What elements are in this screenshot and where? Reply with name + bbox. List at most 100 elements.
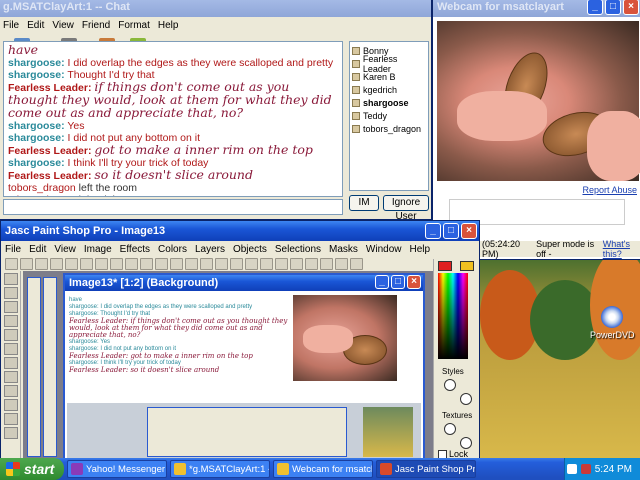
psp-toolbar-icon[interactable] xyxy=(80,258,93,270)
psp-tool-icon[interactable] xyxy=(4,427,18,439)
psp-toolbar-icon[interactable] xyxy=(110,258,123,270)
psp-toolbar-icon[interactable] xyxy=(335,258,348,270)
user-list-item[interactable]: Fearless Leader xyxy=(352,54,426,74)
psp-menu-help[interactable]: Help xyxy=(410,244,431,255)
chat-menu-friend[interactable]: Friend xyxy=(82,20,110,31)
psp-tool-icon[interactable] xyxy=(4,399,18,411)
chat-menubar: File Edit View Friend Format Help xyxy=(0,17,431,33)
psp-menu-effects[interactable]: Effects xyxy=(120,244,150,255)
close-button[interactable]: × xyxy=(623,0,639,15)
webcam-titlebar[interactable]: Webcam for msatclayart _ □ × xyxy=(433,0,640,17)
user-list-item[interactable]: shargoose xyxy=(352,96,426,109)
psp-menu-colors[interactable]: Colors xyxy=(158,244,187,255)
psp-tool-icon[interactable] xyxy=(4,287,18,299)
psp-menu-window[interactable]: Window xyxy=(366,244,402,255)
psp-toolbar-icon[interactable] xyxy=(35,258,48,270)
taskbar-task[interactable]: Webcam for msatclay... xyxy=(273,460,373,478)
psp-toolbar-icon[interactable] xyxy=(125,258,138,270)
minimize-button[interactable]: _ xyxy=(375,275,389,289)
powerdvd-desktop-icon[interactable]: PowerDVD xyxy=(590,306,635,340)
taskbar-task[interactable]: *g.MSATClayArt:1 -... xyxy=(170,460,270,478)
security-icon[interactable] xyxy=(580,464,591,474)
im-button[interactable]: IM xyxy=(349,195,379,211)
psp-toolbar-icon[interactable] xyxy=(185,258,198,270)
minimize-button[interactable]: _ xyxy=(587,0,603,15)
psp-menu-selections[interactable]: Selections xyxy=(275,244,321,255)
screenshot-nested-preview xyxy=(67,403,421,459)
background-color[interactable] xyxy=(460,261,474,271)
maximize-button[interactable]: □ xyxy=(605,0,621,15)
psp-menu-masks[interactable]: Masks xyxy=(329,244,358,255)
psp-menu-objects[interactable]: Objects xyxy=(233,244,267,255)
psp-toolbar-icon[interactable] xyxy=(320,258,333,270)
psp-toolbar-icon[interactable] xyxy=(290,258,303,270)
user-list-item[interactable]: kgedrich xyxy=(352,83,426,96)
style-swatch[interactable] xyxy=(460,393,472,405)
minimize-button[interactable]: _ xyxy=(425,223,441,239)
psp-toolbar-icon[interactable] xyxy=(155,258,168,270)
chat-log[interactable]: have shargoose: I did overlap the edges a… xyxy=(3,41,343,197)
psp-toolbar-icon[interactable] xyxy=(140,258,153,270)
maximize-button[interactable]: □ xyxy=(391,275,405,289)
chat-user-list[interactable]: Bonny Fearless Leader Karen Bkgedrich sharg… xyxy=(349,41,429,191)
report-abuse-link[interactable]: Report Abuse xyxy=(582,185,637,195)
close-button[interactable]: × xyxy=(407,275,421,289)
chat-message-input[interactable] xyxy=(3,199,343,215)
psp-tool-icon[interactable] xyxy=(4,385,18,397)
psp-toolbar-icon[interactable] xyxy=(260,258,273,270)
clock[interactable]: 5:24 PM xyxy=(595,464,632,475)
psp-menu-view[interactable]: View xyxy=(54,244,76,255)
cascaded-window[interactable] xyxy=(43,277,57,457)
cascaded-window[interactable] xyxy=(27,277,41,457)
psp-toolbar-icon[interactable] xyxy=(200,258,213,270)
psp-menu-image[interactable]: Image xyxy=(84,244,112,255)
psp-menu-file[interactable]: File xyxy=(5,244,21,255)
psp-toolbar-icon[interactable] xyxy=(305,258,318,270)
psp-toolbar-icon[interactable] xyxy=(275,258,288,270)
psp-tool-icon[interactable] xyxy=(4,413,18,425)
taskbar-task[interactable]: Jasc Paint Shop Pro -... xyxy=(376,460,476,478)
psp-tool-icon[interactable] xyxy=(4,273,18,285)
psp-toolbar-icon[interactable] xyxy=(65,258,78,270)
psp-titlebar[interactable]: Jasc Paint Shop Pro - Image13 _ □ × xyxy=(1,221,479,241)
taskbar-task[interactable]: Yahoo! Messenger (I... xyxy=(67,460,167,478)
psp-toolbar-icon[interactable] xyxy=(50,258,63,270)
psp-toolbar-icon[interactable] xyxy=(170,258,183,270)
psp-toolbar-icon[interactable] xyxy=(230,258,243,270)
psp-menu-layers[interactable]: Layers xyxy=(195,244,225,255)
psp-tool-icon[interactable] xyxy=(4,315,18,327)
chat-titlebar[interactable]: g.MSATClayArt:1 -- Chat xyxy=(0,0,431,17)
psp-menu-edit[interactable]: Edit xyxy=(29,244,46,255)
psp-toolbar-icon[interactable] xyxy=(20,258,33,270)
psp-tool-icon[interactable] xyxy=(4,343,18,355)
style-swatch[interactable] xyxy=(444,379,456,391)
chat-menu-view[interactable]: View xyxy=(52,20,74,31)
texture-swatch[interactable] xyxy=(460,437,472,449)
close-button[interactable]: × xyxy=(461,223,477,239)
psp-tool-icon[interactable] xyxy=(4,357,18,369)
image13-titlebar[interactable]: Image13* [1:2] (Background) _ □ × xyxy=(65,275,423,291)
ignore-user-button[interactable]: Ignore User xyxy=(383,195,429,219)
user-name: tobors_dragon xyxy=(363,123,422,134)
psp-tool-icon[interactable] xyxy=(4,329,18,341)
psp-toolbar-icon[interactable] xyxy=(95,258,108,270)
psp-toolbar-icon[interactable] xyxy=(5,258,18,270)
chat-menu-edit[interactable]: Edit xyxy=(27,20,44,31)
psp-toolbar-icon[interactable] xyxy=(215,258,228,270)
user-list-item[interactable]: Teddy xyxy=(352,109,426,122)
psp-tool-icon[interactable] xyxy=(4,301,18,313)
chat-menu-format[interactable]: Format xyxy=(118,20,150,31)
user-list-item[interactable]: tobors_dragon xyxy=(352,122,426,135)
chat-menu-help[interactable]: Help xyxy=(158,20,179,31)
psp-toolbar-icon[interactable] xyxy=(350,258,363,270)
psp-tool-icon[interactable] xyxy=(4,371,18,383)
color-spectrum[interactable] xyxy=(438,273,468,359)
texture-swatch[interactable] xyxy=(444,423,456,435)
whats-this-link[interactable]: What's this? xyxy=(603,239,640,259)
network-icon[interactable] xyxy=(566,464,577,474)
start-button[interactable]: start xyxy=(0,458,64,480)
psp-toolbar-icon[interactable] xyxy=(245,258,258,270)
foreground-color[interactable] xyxy=(438,261,452,271)
maximize-button[interactable]: □ xyxy=(443,223,459,239)
chat-menu-file[interactable]: File xyxy=(3,20,19,31)
